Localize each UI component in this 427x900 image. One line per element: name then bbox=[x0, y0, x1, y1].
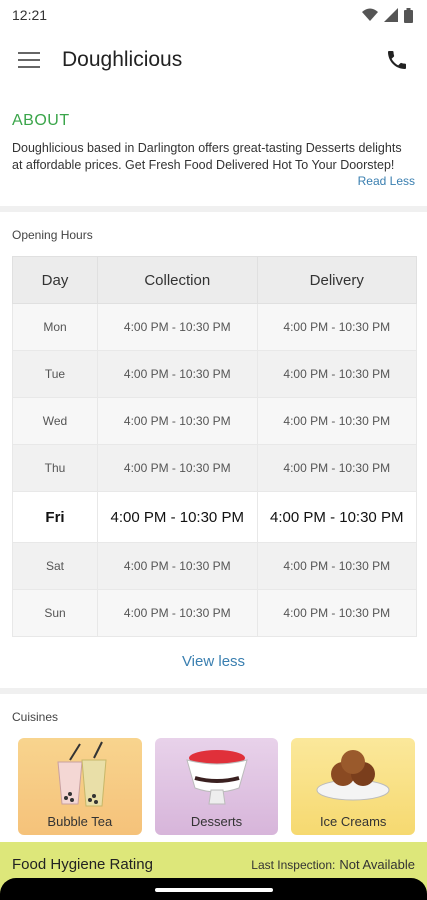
cuisine-card-bubble-tea[interactable]: Bubble Tea bbox=[18, 738, 142, 835]
last-inspection-value: Not Available bbox=[339, 857, 415, 872]
table-row: Thu 4:00 PM - 10:30 PM 4:00 PM - 10:30 P… bbox=[12, 444, 417, 492]
collection-cell: 4:00 PM - 10:30 PM bbox=[97, 397, 258, 445]
status-icons bbox=[362, 7, 413, 23]
table-row: Wed 4:00 PM - 10:30 PM 4:00 PM - 10:30 P… bbox=[12, 397, 417, 445]
cuisines-title: Cuisines bbox=[12, 710, 59, 724]
page-title: Doughlicious bbox=[62, 48, 183, 71]
view-less-link[interactable]: View less bbox=[0, 637, 427, 688]
delivery-cell: 4:00 PM - 10:30 PM bbox=[256, 491, 417, 543]
table-row: Tue 4:00 PM - 10:30 PM 4:00 PM - 10:30 P… bbox=[12, 350, 417, 398]
hamburger-menu-icon[interactable] bbox=[18, 52, 40, 68]
ice-cream-icon bbox=[316, 750, 390, 801]
cuisine-label: Bubble Tea bbox=[47, 814, 113, 829]
table-row-today: Fri 4:00 PM - 10:30 PM 4:00 PM - 10:30 P… bbox=[12, 491, 417, 543]
cuisines-list: Bubble Tea Desserts Ice Creams bbox=[0, 738, 427, 835]
column-header-collection: Collection bbox=[97, 256, 258, 304]
delivery-cell: 4:00 PM - 10:30 PM bbox=[256, 303, 417, 351]
battery-icon bbox=[404, 7, 413, 23]
column-header-delivery: Delivery bbox=[256, 256, 417, 304]
about-text: Doughlicious based in Darlington offers … bbox=[12, 141, 402, 172]
about-section: ABOUT Doughlicious based in Darlington o… bbox=[0, 90, 427, 206]
cuisine-card-ice-creams[interactable]: Ice Creams bbox=[291, 738, 416, 835]
delivery-cell: 4:00 PM - 10:30 PM bbox=[256, 350, 417, 398]
delivery-cell: 4:00 PM - 10:30 PM bbox=[256, 397, 417, 445]
dessert-icon bbox=[185, 750, 248, 805]
cuisine-label: Desserts bbox=[190, 814, 243, 829]
cuisine-label: Ice Creams bbox=[319, 814, 387, 829]
last-inspection: Last Inspection: Not Available bbox=[251, 857, 415, 872]
collection-cell: 4:00 PM - 10:30 PM bbox=[97, 444, 258, 492]
collection-cell: 4:00 PM - 10:30 PM bbox=[97, 589, 258, 637]
collection-cell: 4:00 PM - 10:30 PM bbox=[97, 491, 258, 543]
collection-cell: 4:00 PM - 10:30 PM bbox=[97, 542, 258, 590]
phone-icon[interactable] bbox=[385, 48, 409, 72]
delivery-cell: 4:00 PM - 10:30 PM bbox=[256, 589, 417, 637]
cuisine-card-desserts[interactable]: Desserts bbox=[154, 738, 279, 835]
wifi-icon bbox=[362, 8, 378, 21]
app-bar: Doughlicious bbox=[0, 30, 427, 90]
day-cell: Tue bbox=[12, 350, 98, 398]
table-row: Mon 4:00 PM - 10:30 PM 4:00 PM - 10:30 P… bbox=[12, 303, 417, 351]
read-less-link[interactable]: Read Less bbox=[12, 174, 415, 188]
day-cell: Sun bbox=[12, 589, 98, 637]
opening-hours-table: Day Collection Delivery Mon 4:00 PM - 10… bbox=[12, 256, 417, 637]
about-heading: ABOUT bbox=[12, 112, 70, 129]
table-row: Sat 4:00 PM - 10:30 PM 4:00 PM - 10:30 P… bbox=[12, 542, 417, 590]
table-row: Sun 4:00 PM - 10:30 PM 4:00 PM - 10:30 P… bbox=[12, 589, 417, 637]
home-gesture-pill[interactable] bbox=[155, 888, 273, 892]
collection-cell: 4:00 PM - 10:30 PM bbox=[97, 350, 258, 398]
column-header-day: Day bbox=[12, 256, 98, 304]
delivery-cell: 4:00 PM - 10:30 PM bbox=[256, 444, 417, 492]
system-nav-bar bbox=[0, 878, 427, 900]
day-cell: Wed bbox=[12, 397, 98, 445]
collection-cell: 4:00 PM - 10:30 PM bbox=[97, 303, 258, 351]
last-inspection-label: Last Inspection: bbox=[251, 858, 336, 872]
bubble-tea-icon bbox=[57, 741, 107, 807]
hygiene-title: Food Hygiene Rating bbox=[12, 856, 153, 873]
day-cell: Mon bbox=[12, 303, 98, 351]
status-bar: 12:21 bbox=[0, 0, 427, 30]
signal-icon bbox=[384, 8, 398, 22]
day-cell: Thu bbox=[12, 444, 98, 492]
status-time: 12:21 bbox=[12, 7, 48, 23]
opening-hours-title: Opening Hours bbox=[12, 228, 93, 242]
delivery-cell: 4:00 PM - 10:30 PM bbox=[256, 542, 417, 590]
day-cell: Fri bbox=[12, 491, 98, 543]
day-cell: Sat bbox=[12, 542, 98, 590]
